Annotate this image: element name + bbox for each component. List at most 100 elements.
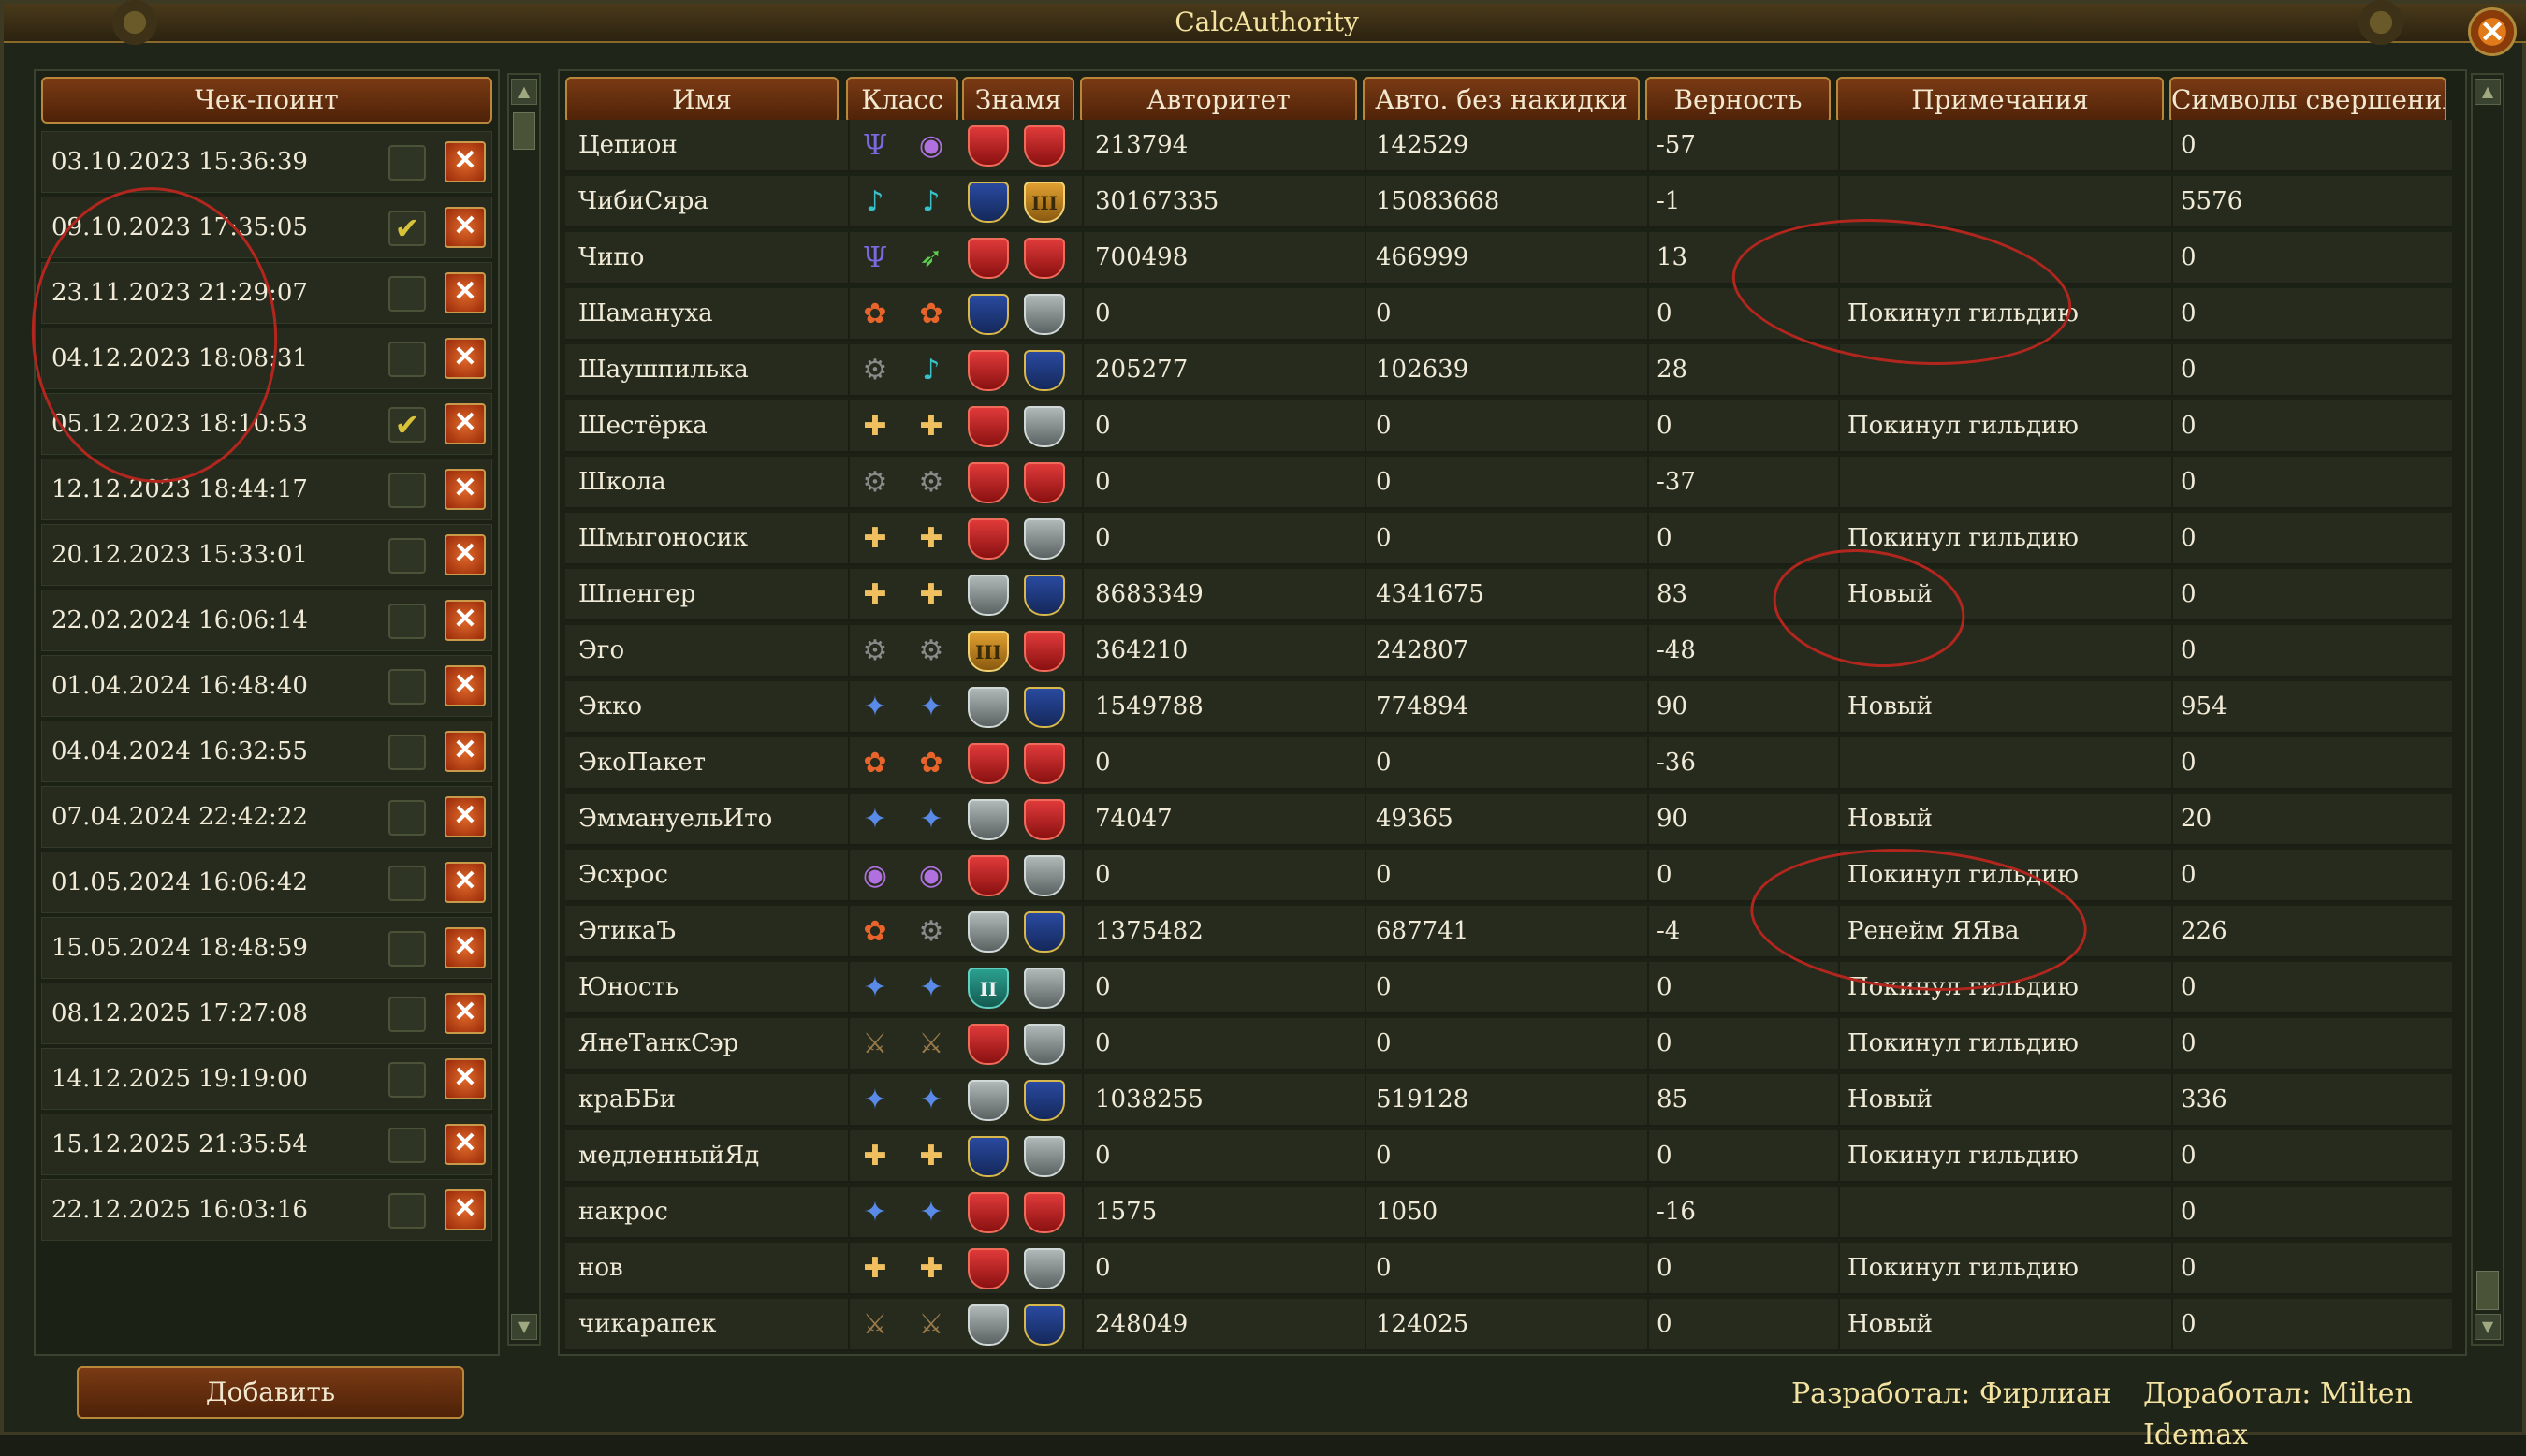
- checkpoint-row[interactable]: 03.10.2023 15:36:39 ✕: [41, 131, 492, 193]
- column-header-name[interactable]: Имя: [565, 77, 839, 124]
- scroll-down-icon[interactable]: ▼: [511, 1314, 537, 1340]
- table-row[interactable]: Шамануха ✿ ✿ 0 0 0 Покинул гильдию 0: [565, 288, 2452, 341]
- delete-icon[interactable]: ✕: [445, 862, 486, 903]
- checkpoint-checkbox[interactable]: [388, 931, 426, 967]
- table-row[interactable]: Шаушпилька ⚙ ♪ 205277 102639 28 0: [565, 344, 2452, 397]
- table-row[interactable]: накрос ✦ ✦ 1575 1050 -16 0: [565, 1187, 2452, 1239]
- column-header-authority[interactable]: Авторитет: [1080, 77, 1357, 124]
- column-header-class[interactable]: Класс: [846, 77, 958, 124]
- checkpoint-row[interactable]: 22.12.2025 16:03:16 ✕: [41, 1179, 492, 1241]
- table-row[interactable]: ЧибиСяра ♪ ♪ III 30167335 15083668 -1 5576: [565, 176, 2452, 228]
- table-row[interactable]: краББи ✦ ✦ 1038255 519128 85 Новый 336: [565, 1074, 2452, 1127]
- title-bar[interactable]: CalcAuthority: [4, 0, 2526, 47]
- checkpoint-checkbox[interactable]: [388, 1062, 426, 1098]
- table-scrollbar[interactable]: ▲ ▼: [2471, 73, 2504, 1346]
- checkpoint-row[interactable]: 01.04.2024 16:48:40 ✕: [41, 655, 492, 717]
- checkpoint-checkbox[interactable]: [388, 735, 426, 770]
- table-row[interactable]: Шестёрка ✚ ✚ 0 0 0 Покинул гильдию 0: [565, 400, 2452, 453]
- delete-icon[interactable]: ✕: [445, 1189, 486, 1230]
- delete-icon[interactable]: ✕: [445, 272, 486, 313]
- table-row[interactable]: ЭтикаЪ ✿ ⚙ 1375482 687741 -4 Ренейм ЯЯва 226: [565, 906, 2452, 958]
- close-button[interactable]: ✕: [2468, 7, 2517, 56]
- checkpoint-row[interactable]: 07.04.2024 22:42:22 ✕: [41, 786, 492, 848]
- checkpoint-checkbox[interactable]: ✔: [388, 211, 426, 246]
- column-divider: [848, 1299, 850, 1351]
- table-row[interactable]: Цепион Ψ ◉ 213794 142529 -57 0: [565, 120, 2452, 172]
- checkpoint-checkbox[interactable]: [388, 342, 426, 377]
- column-divider: [2171, 737, 2173, 790]
- delete-icon[interactable]: ✕: [445, 207, 486, 248]
- checkpoint-row[interactable]: 20.12.2023 15:33:01 ✕: [41, 524, 492, 586]
- table-row[interactable]: Шпенгер ✚ ✚ 8683349 4341675 83 Новый 0: [565, 569, 2452, 621]
- table-row[interactable]: Чипо Ψ ➶ 700498 466999 13 0: [565, 232, 2452, 284]
- delete-icon[interactable]: ✕: [445, 338, 486, 379]
- checkpoint-row[interactable]: 22.02.2024 16:06:14 ✕: [41, 590, 492, 651]
- authority-value: 205277: [1095, 356, 1189, 384]
- table-row[interactable]: нов ✚ ✚ 0 0 0 Покинул гильдию 0: [565, 1243, 2452, 1295]
- priest-icon: ✚: [919, 1252, 943, 1285]
- column-divider: [1838, 1130, 1840, 1183]
- table-row[interactable]: Школа ⚙ ⚙ 0 0 -37 0: [565, 457, 2452, 509]
- delete-icon[interactable]: ✕: [445, 731, 486, 772]
- table-row[interactable]: Эсхрос ◉ ◉ 0 0 0 Покинул гильдию 0: [565, 850, 2452, 902]
- column-header-banner[interactable]: Знамя: [962, 77, 1074, 124]
- table-row[interactable]: Юность ✦ ✦ II 0 0 0 Покинул гильдию 0: [565, 962, 2452, 1014]
- column-divider: [2171, 176, 2173, 228]
- column-header-symbols[interactable]: Символы свершения: [2169, 77, 2446, 124]
- checkpoint-checkbox[interactable]: [388, 997, 426, 1032]
- checkpoint-row[interactable]: 04.04.2024 16:32:55 ✕: [41, 721, 492, 782]
- delete-icon[interactable]: ✕: [445, 1058, 486, 1099]
- column-header-loyalty[interactable]: Верность: [1645, 77, 1831, 124]
- checkpoint-checkbox[interactable]: [388, 604, 426, 639]
- checkpoint-row[interactable]: 15.12.2025 21:35:54 ✕: [41, 1114, 492, 1175]
- column-divider: [1365, 120, 1366, 172]
- table-row[interactable]: медленныйЯд ✚ ✚ 0 0 0 Покинул гильдию 0: [565, 1130, 2452, 1183]
- delete-icon[interactable]: ✕: [445, 927, 486, 968]
- scroll-up-icon[interactable]: ▲: [511, 79, 537, 105]
- delete-icon[interactable]: ✕: [445, 403, 486, 444]
- column-divider: [848, 962, 850, 1014]
- scroll-up-icon[interactable]: ▲: [2475, 79, 2501, 105]
- auto-value: 774894: [1376, 692, 1469, 721]
- banner-grey-icon: [968, 687, 1009, 728]
- checkpoint-checkbox[interactable]: [388, 800, 426, 836]
- checkpoint-row[interactable]: 14.12.2025 19:19:00 ✕: [41, 1048, 492, 1110]
- table-row[interactable]: Экко ✦ ✦ 1549788 774894 90 Новый 954: [565, 681, 2452, 734]
- delete-icon[interactable]: ✕: [445, 534, 486, 575]
- checkpoint-checkbox[interactable]: [388, 538, 426, 574]
- add-checkpoint-button[interactable]: Добавить: [77, 1366, 464, 1419]
- table-row[interactable]: чикарапек ⚔ ⚔ 248049 124025 0 Новый 0: [565, 1299, 2452, 1351]
- delete-icon[interactable]: ✕: [445, 1124, 486, 1165]
- scroll-down-icon[interactable]: ▼: [2475, 1314, 2501, 1340]
- checkpoint-row[interactable]: 01.05.2024 16:06:42 ✕: [41, 852, 492, 913]
- checkpoint-checkbox[interactable]: [388, 276, 426, 312]
- scroll-thumb[interactable]: [2476, 1271, 2499, 1310]
- checkpoint-checkbox[interactable]: [388, 1128, 426, 1163]
- table-row[interactable]: ЭммануельИто ✦ ✦ 74047 49365 90 Новый 20: [565, 794, 2452, 846]
- checkpoint-header[interactable]: Чек-поинт: [41, 77, 492, 124]
- column-divider: [1365, 850, 1366, 902]
- delete-icon[interactable]: ✕: [445, 993, 486, 1034]
- checkpoint-checkbox[interactable]: [388, 473, 426, 508]
- delete-icon[interactable]: ✕: [445, 665, 486, 706]
- column-header-notes[interactable]: Примечания: [1836, 77, 2164, 124]
- checkpoint-checkbox[interactable]: ✔: [388, 407, 426, 443]
- table-row[interactable]: Эго ⚙ ⚙ III 364210 242807 -48 0: [565, 625, 2452, 677]
- table-row[interactable]: ЭкоПакет ✿ ✿ 0 0 -36 0: [565, 737, 2452, 790]
- delete-icon[interactable]: ✕: [445, 796, 486, 837]
- scroll-thumb[interactable]: [513, 112, 535, 150]
- delete-icon[interactable]: ✕: [445, 469, 486, 510]
- checkpoint-row[interactable]: 08.12.2025 17:27:08 ✕: [41, 983, 492, 1044]
- checkpoint-scrollbar[interactable]: ▲ ▼: [507, 73, 541, 1346]
- checkpoint-checkbox[interactable]: [388, 669, 426, 705]
- column-header-auto[interactable]: Авто. без накидки: [1363, 77, 1640, 124]
- checkpoint-checkbox[interactable]: [388, 145, 426, 181]
- checkpoint-checkbox[interactable]: [388, 1193, 426, 1229]
- column-divider: [1365, 457, 1366, 509]
- table-row[interactable]: ЯнеТанкСэр ⚔ ⚔ 0 0 0 Покинул гильдию 0: [565, 1018, 2452, 1070]
- delete-icon[interactable]: ✕: [445, 600, 486, 641]
- checkpoint-checkbox[interactable]: [388, 866, 426, 901]
- checkpoint-row[interactable]: 15.05.2024 18:48:59 ✕: [41, 917, 492, 979]
- table-row[interactable]: Шмыгоносик ✚ ✚ 0 0 0 Покинул гильдию 0: [565, 513, 2452, 565]
- delete-icon[interactable]: ✕: [445, 141, 486, 182]
